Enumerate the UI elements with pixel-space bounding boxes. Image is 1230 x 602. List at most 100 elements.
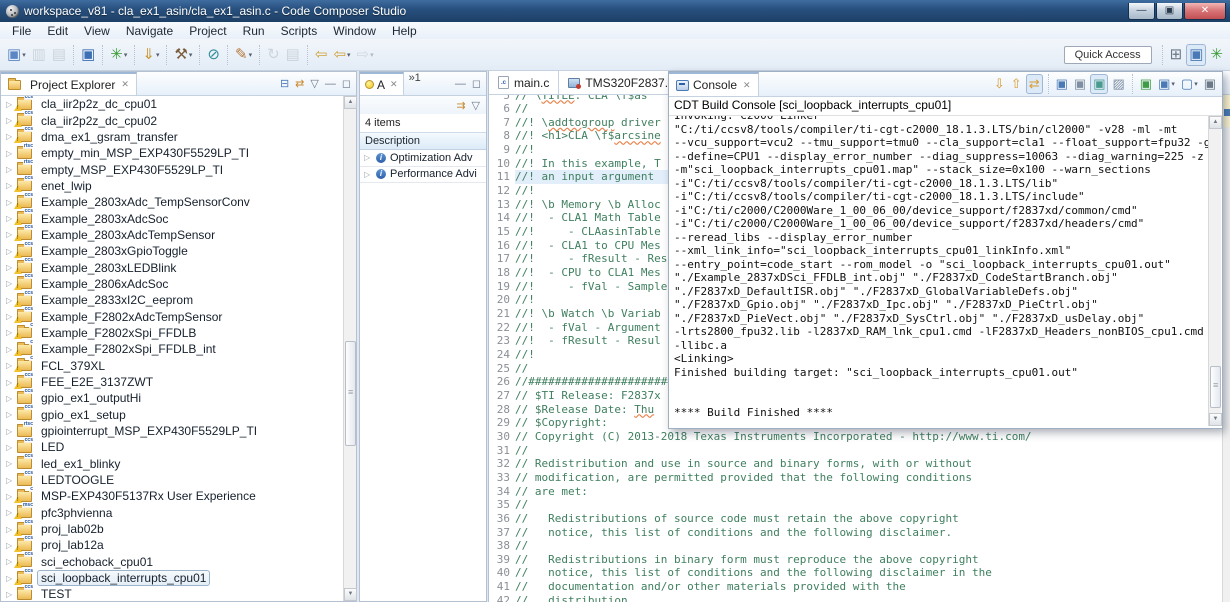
project-item[interactable]: ▷ccsenet_lwip (1, 178, 343, 194)
project-item[interactable]: ▷ccsproj_lab12a (1, 537, 343, 553)
close-icon[interactable]: ✕ (390, 79, 398, 90)
dropdown-arrow-icon[interactable]: ▾ (1194, 80, 1198, 88)
expand-arrow-icon[interactable]: ▷ (6, 590, 17, 599)
debug-icon[interactable]: ✳▾ (108, 44, 129, 66)
search-icon[interactable]: ⊘ (205, 44, 222, 66)
project-item[interactable]: ▷ccsTEST (1, 586, 343, 601)
dropdown-arrow-icon[interactable]: ▾ (156, 51, 160, 59)
menu-view[interactable]: View (76, 23, 118, 39)
expand-arrow-icon[interactable]: ▷ (364, 170, 375, 179)
view-menu-icon[interactable]: ▽ (469, 99, 483, 112)
view-console-icon[interactable]: ▣ (79, 44, 97, 66)
minimize-view-icon[interactable]: — (322, 78, 339, 90)
flash-icon[interactable]: ⇓▾ (140, 44, 161, 66)
console-output[interactable]: Invoking: C2000 Linker"C:/ti/ccsv8/tools… (669, 115, 1222, 427)
project-item[interactable]: ▷mscpfc3phvienna (1, 505, 343, 521)
code-line[interactable]: 39// Redistributions in binary form must… (489, 553, 1222, 567)
code-line[interactable]: 32// Redistribution and use in source an… (489, 457, 1222, 471)
code-line[interactable]: 33// modification, are permitted provide… (489, 471, 1222, 485)
scroll-up-icon[interactable]: ▲ (1209, 116, 1222, 129)
code-line[interactable]: 42// distribution. (489, 594, 1222, 602)
tab-project-explorer[interactable]: Project Explorer ✕ (1, 72, 137, 95)
project-item[interactable]: ▷rtscempty_MSP_EXP430F5529LP_TI (1, 161, 343, 177)
editor-tab-tms320f2837-[interactable]: TMS320F2837... (559, 71, 684, 94)
close-icon[interactable]: ✕ (121, 79, 129, 90)
dropdown-arrow-icon[interactable]: ▾ (249, 51, 253, 59)
project-item[interactable]: ▷ccsExample_2833xI2C_eeprom (1, 292, 343, 308)
scroll-lock-icon[interactable]: ▣ (1072, 74, 1088, 94)
show-console-stdout-icon[interactable]: ▣ (1054, 74, 1070, 94)
expand-arrow-icon[interactable]: ▷ (6, 476, 17, 485)
back-icon[interactable]: ⇦▾ (331, 44, 352, 66)
project-item[interactable]: ▷ccsproj_lab02b (1, 521, 343, 537)
expand-arrow-icon[interactable]: ▷ (6, 459, 17, 468)
restore-button[interactable]: ▣ (1156, 3, 1183, 20)
expand-arrow-icon[interactable]: ▷ (6, 149, 17, 158)
close-icon[interactable]: ✕ (743, 80, 751, 91)
code-line[interactable]: 40// notice, this list of conditions and… (489, 566, 1222, 580)
scroll-down-icon[interactable]: ▼ (344, 588, 357, 601)
open-console-icon[interactable]: ▣▾ (1156, 74, 1177, 94)
new-console-view-icon[interactable]: ▢▾ (1179, 74, 1200, 94)
last-edit-location-icon[interactable]: ⇦ (313, 44, 330, 66)
project-explorer-scrollbar[interactable]: ▲ ▼ (343, 96, 356, 601)
project-item[interactable]: ▷cExample_F2802xSpi_FFDLB (1, 325, 343, 341)
project-item[interactable]: ▷rtscgpiointerrupt_MSP_EXP430F5529LP_TI (1, 423, 343, 439)
project-item[interactable]: ▷rtscempty_min_MSP_EXP430F5529LP_TI (1, 145, 343, 161)
clear-console-icon[interactable]: ▨ (1110, 74, 1126, 94)
ruler-annotation[interactable] (1224, 109, 1230, 116)
probe-pin-icon[interactable]: ✎▾ (233, 44, 254, 66)
code-line[interactable]: 31// (489, 444, 1222, 458)
expand-arrow-icon[interactable]: ▷ (6, 427, 17, 436)
link-with-editor-icon[interactable]: ⇄ (292, 77, 307, 90)
forward-icon[interactable]: ⇨▾ (355, 44, 376, 66)
project-item[interactable]: ▷ccsgpio_ex1_outputHi (1, 390, 343, 406)
filter-icon[interactable]: ⇉ (453, 99, 468, 112)
project-item[interactable]: ▷ccsLED (1, 439, 343, 455)
dropdown-arrow-icon[interactable]: ▾ (124, 51, 128, 59)
advice-row[interactable]: ▷iOptimization Adv (360, 150, 486, 167)
menu-window[interactable]: Window (325, 23, 384, 39)
expand-arrow-icon[interactable]: ▷ (6, 394, 17, 403)
refresh-icon[interactable]: ↻ (265, 44, 282, 66)
project-item[interactable]: ▷ccsExample_2803xAdcTempSensor (1, 227, 343, 243)
project-item[interactable]: ▷ccsExample_2806xAdcSoc (1, 276, 343, 292)
save-all-icon[interactable]: ▤ (50, 44, 68, 66)
scroll-up-icon[interactable]: ▲ (344, 96, 357, 109)
save-icon[interactable]: ▥ (30, 44, 48, 66)
menu-navigate[interactable]: Navigate (118, 23, 181, 39)
show-error-in-editor-icon[interactable]: ⇄ (1026, 74, 1043, 94)
project-item[interactable]: ▷ccscla_iir2p2z_dc_cpu01 (1, 96, 343, 112)
project-item[interactable]: ▷cMSP-EXP430F5137Rx User Experience (1, 488, 343, 504)
expand-arrow-icon[interactable]: ▷ (6, 443, 17, 452)
code-line[interactable]: 30// Copyright (C) 2013-2018 Texas Instr… (489, 430, 1222, 444)
expand-arrow-icon[interactable]: ▷ (6, 165, 17, 174)
scroll-down-icon[interactable]: ▼ (1209, 413, 1222, 426)
display-selected-console-icon[interactable]: ▣ (1138, 74, 1154, 94)
menu-run[interactable]: Run (235, 23, 273, 39)
menu-help[interactable]: Help (384, 23, 425, 39)
project-item[interactable]: ▷ccsgpio_ex1_setup (1, 407, 343, 423)
menu-project[interactable]: Project (181, 23, 234, 39)
project-item[interactable]: ▷ccscla_iir2p2z_dc_cpu02 (1, 112, 343, 128)
code-line[interactable]: 34// are met: (489, 485, 1222, 499)
open-perspective-icon[interactable]: ⊞ (1168, 44, 1185, 66)
minimize-view-icon[interactable]: — (452, 78, 469, 90)
project-item[interactable]: ▷cFCL_379XL (1, 358, 343, 374)
tab-advice[interactable]: A ✕ (360, 72, 404, 95)
menu-file[interactable]: File (4, 23, 39, 39)
console-scrollbar[interactable]: ▲ ▼ (1208, 116, 1221, 426)
project-item[interactable]: ▷ccsFEE_E2E_3137ZWT (1, 374, 343, 390)
dropdown-arrow-icon[interactable]: ▾ (1171, 80, 1175, 88)
project-item[interactable]: ▷ccssci_echoback_cpu01 (1, 554, 343, 570)
minimize-button[interactable]: — (1128, 3, 1155, 20)
previous-error-icon[interactable]: ⇧ (1009, 74, 1024, 94)
menu-edit[interactable]: Edit (39, 23, 76, 39)
next-error-icon[interactable]: ⇩ (992, 74, 1007, 94)
new-project-icon[interactable]: ▣▾ (5, 44, 28, 66)
project-item[interactable]: ▷ccssci_loopback_interrupts_cpu01 (1, 570, 343, 586)
dropdown-arrow-icon[interactable]: ▾ (22, 51, 26, 59)
editor-tab-main-c[interactable]: .cmain.c (489, 71, 559, 94)
code-line[interactable]: 37// notice, this list of conditions and… (489, 526, 1222, 540)
overview-ruler[interactable] (1222, 95, 1230, 602)
